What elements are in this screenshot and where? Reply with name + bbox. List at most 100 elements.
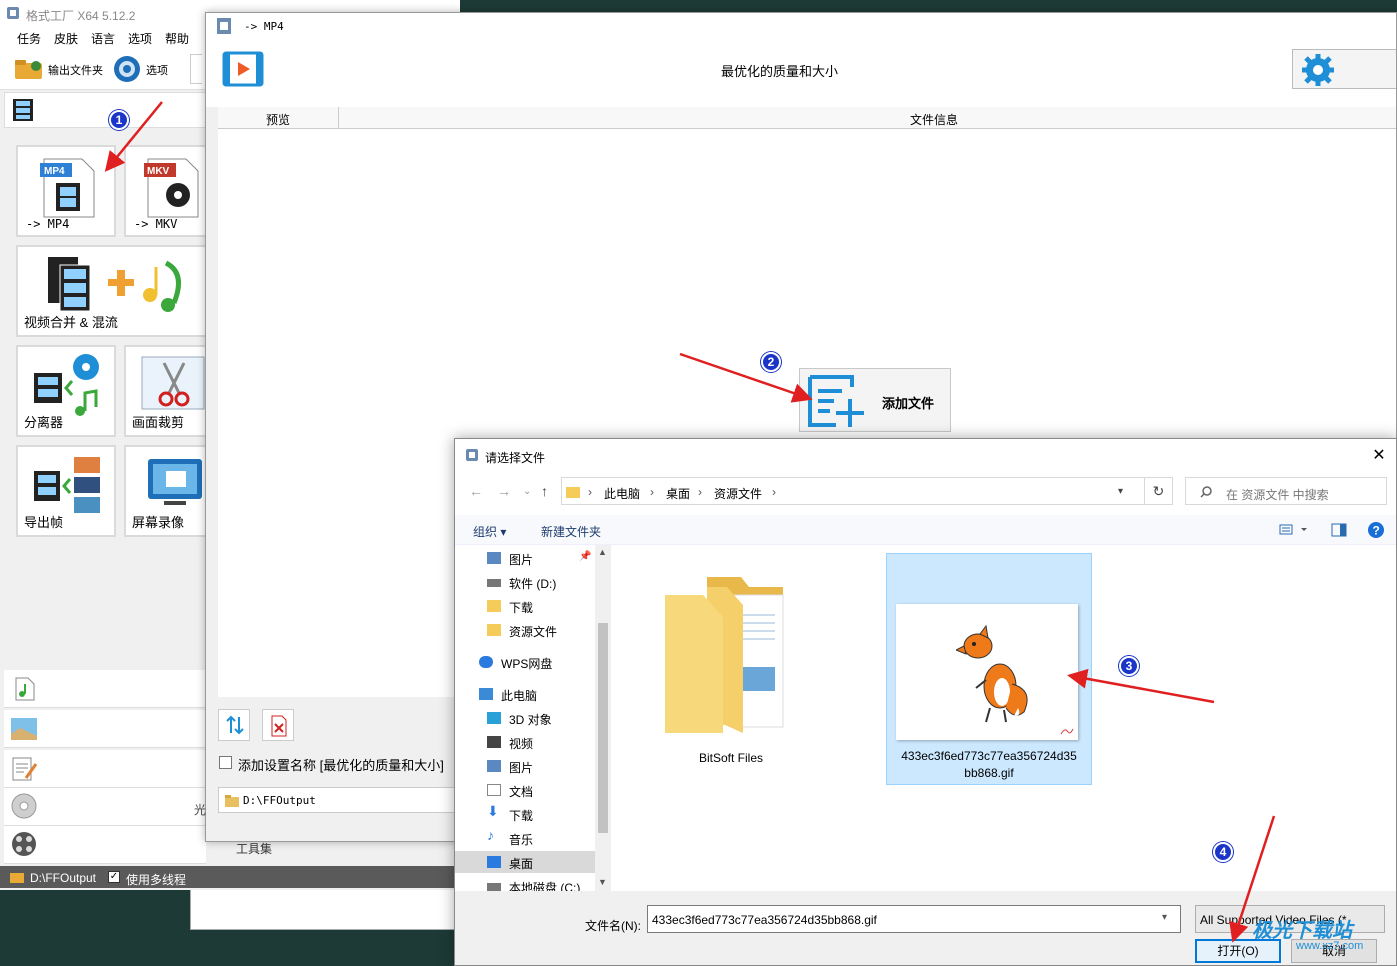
tile-to-mkv[interactable]: MKV -> MKV	[124, 145, 214, 237]
cloud-icon	[479, 656, 493, 668]
preview-pane-icon[interactable]	[1331, 523, 1347, 537]
app-logo-icon	[7, 7, 19, 19]
video-icon	[487, 736, 501, 748]
filename-input[interactable]: 433ec3f6ed773c77ea356724d35bb868.gif ▾	[647, 905, 1181, 933]
preview-column-header[interactable]: 预览	[266, 111, 290, 128]
nav-item-downloads-quick[interactable]: 下载	[455, 595, 595, 617]
view-options-icon[interactable]	[1279, 524, 1309, 536]
tile-export-frames[interactable]: 导出帧	[16, 445, 116, 537]
nav-item-documents[interactable]: 文档	[455, 779, 595, 801]
toolbox-category[interactable]	[4, 826, 206, 864]
nav-item-music[interactable]: ♪ 音乐	[455, 827, 595, 849]
tile-label: 屏幕录像	[132, 515, 185, 530]
refresh-button[interactable]: ↻	[1145, 477, 1173, 505]
menu-help[interactable]: 帮助	[165, 30, 189, 47]
disc-category[interactable]	[4, 788, 206, 826]
breadcrumb-desktop[interactable]: 桌面	[666, 485, 690, 502]
menu-language[interactable]: 语言	[91, 30, 115, 47]
document-edit-icon	[12, 757, 38, 781]
organize-menu[interactable]: 组织 ▾	[473, 523, 506, 540]
nav-item-drive-d[interactable]: 软件 (D:)	[455, 571, 595, 593]
address-dropdown-icon[interactable]: ▾	[1118, 486, 1123, 497]
nav-item-downloads[interactable]: ⬇ 下载	[455, 803, 595, 825]
nav-item-this-pc[interactable]: 此电脑	[455, 683, 595, 705]
output-path-field[interactable]: D:\FFOutput	[218, 787, 458, 813]
tile-demuxer[interactable]: 分离器	[16, 345, 116, 437]
nav-item-pictures[interactable]: 图片	[455, 755, 595, 777]
close-icon[interactable]: ✕	[1367, 445, 1391, 467]
chevron-down-icon[interactable]: ▾	[1162, 912, 1167, 923]
setting-name-checkbox[interactable]	[219, 756, 232, 769]
svg-text:MKV: MKV	[147, 166, 170, 177]
options-label: 选项	[146, 65, 168, 77]
export-frames-icon	[34, 457, 100, 513]
signature-mark-icon	[1060, 728, 1074, 735]
settings-button[interactable]	[1292, 49, 1396, 89]
breadcrumb-resources[interactable]: 资源文件	[714, 485, 762, 502]
annotation-badge-3: 3	[1119, 656, 1139, 676]
image-category[interactable]	[4, 710, 206, 748]
folder-icon	[225, 795, 239, 807]
options-button[interactable]: 选项	[112, 54, 174, 84]
pictures-icon	[487, 760, 501, 772]
nav-item-wps-cloud[interactable]: WPS网盘	[455, 651, 595, 673]
folder-icon	[487, 600, 501, 612]
scroll-up-icon[interactable]: ▲	[598, 547, 607, 557]
breadcrumb-separator: ›	[588, 485, 592, 499]
remove-file-button[interactable]	[262, 709, 294, 741]
document-category[interactable]	[4, 750, 206, 788]
tile-to-mp4[interactable]: MP4 -> MP4	[16, 145, 116, 237]
output-folder-button[interactable]: 输出文件夹	[14, 56, 106, 82]
search-input[interactable]: 在 资源文件 中搜索	[1185, 477, 1387, 505]
3d-objects-icon	[487, 712, 501, 724]
menu-skin[interactable]: 皮肤	[54, 30, 78, 47]
nav-item-desktop[interactable]: 桌面	[455, 851, 595, 873]
mp4-dialog-title: -> MP4	[244, 20, 284, 33]
video-category-header[interactable]	[4, 92, 206, 128]
new-folder-button[interactable]: 新建文件夹	[541, 523, 601, 540]
address-bar[interactable]: › 此电脑 › 桌面 › 资源文件 › ▾	[561, 477, 1145, 505]
film-reel-icon	[12, 832, 36, 856]
folder-item[interactable]: BitSoft Files	[651, 555, 811, 775]
mp4-header: 最优化的质量和大小	[206, 39, 1396, 107]
menu-options[interactable]: 选项	[128, 30, 152, 47]
menu-task[interactable]: 任务	[17, 30, 41, 47]
gear-icon	[1302, 54, 1334, 86]
folder-icon	[15, 60, 42, 79]
quality-label[interactable]: 最优化的质量和大小	[721, 61, 838, 80]
toolbar-partial-button[interactable]	[190, 54, 202, 84]
nav-item-resources[interactable]: 资源文件	[455, 619, 595, 641]
nav-item-videos[interactable]: 视频	[455, 731, 595, 753]
folder-icon	[10, 873, 24, 883]
pin-icon[interactable]: 📌	[579, 551, 591, 562]
nav-item-3d-objects[interactable]: 3D 对象	[455, 707, 595, 729]
back-arrow-icon[interactable]: ←	[469, 483, 483, 499]
tile-crop[interactable]: 画面裁剪	[124, 345, 214, 437]
breadcrumb-this-pc[interactable]: 此电脑	[604, 485, 640, 502]
nav-scrollbar[interactable]: ▲ ▼	[595, 545, 611, 891]
video-play-icon	[222, 51, 264, 87]
tile-screen-record[interactable]: 屏幕录像	[124, 445, 214, 537]
help-icon[interactable]: ?	[1367, 521, 1385, 539]
toolbox-label: 工具集	[236, 842, 273, 856]
up-arrow-icon[interactable]: ↑	[541, 483, 548, 499]
scrollbar-thumb[interactable]	[598, 623, 608, 833]
selected-gif-file[interactable]: 433ec3f6ed773c77ea356724d35 bb868.gif	[886, 553, 1092, 785]
audio-category[interactable]	[4, 670, 206, 708]
breadcrumb-separator: ›	[772, 485, 776, 499]
nav-item-pictures-quick[interactable]: 图片 📌	[455, 547, 595, 569]
column-separator[interactable]	[338, 107, 339, 129]
tile-label: 导出帧	[24, 515, 64, 530]
multithread-checkbox[interactable]: ✓	[108, 871, 120, 883]
tile-label: -> MKV	[134, 217, 178, 231]
mp4-file-icon: MP4	[40, 158, 95, 218]
status-path[interactable]: D:\FFOutput	[30, 871, 96, 885]
tile-video-merge[interactable]: 视频合并 & 混流	[16, 245, 214, 337]
add-file-button[interactable]: 添加文件	[799, 368, 951, 432]
video-merge-icon	[48, 257, 181, 312]
file-info-column-header[interactable]: 文件信息	[910, 111, 958, 128]
forward-arrow-icon[interactable]: →	[497, 483, 511, 499]
sort-button[interactable]	[218, 709, 250, 741]
scroll-down-icon[interactable]: ▼	[598, 877, 607, 887]
recent-locations-icon[interactable]: ⌄	[523, 486, 531, 497]
